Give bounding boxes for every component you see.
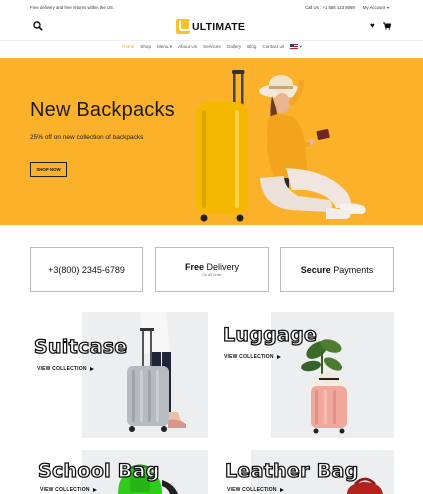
nav-item-gallery[interactable]: Gallery	[227, 44, 242, 50]
language-selector[interactable]: ▾	[290, 44, 302, 50]
play-arrow-icon	[89, 366, 94, 371]
view-collection-luggage[interactable]: VIEW COLLECTION	[224, 354, 281, 360]
secure-payments-heading: Secure Payments	[301, 265, 374, 275]
view-collection-label: VIEW COLLECTION	[40, 487, 90, 493]
play-arrow-icon	[279, 487, 284, 492]
hero-title: New Backpacks	[30, 99, 175, 121]
chevron-down-icon: ▾	[299, 44, 302, 49]
free-delivery-note-small: On All Order	[202, 273, 222, 277]
phone-number: +3(800) 2345-6789	[48, 264, 125, 275]
nav-item-services[interactable]: Services	[203, 44, 221, 50]
my-account-dropdown[interactable]: My Account ▾	[363, 5, 389, 10]
nav-item-about-us[interactable]: About Us	[178, 44, 197, 50]
us-flag-icon	[290, 44, 299, 49]
chevron-down-icon: ▾	[169, 44, 173, 49]
category-title-leather-bag: Leather Bag	[224, 459, 359, 482]
nav-item-home[interactable]: Home	[122, 44, 134, 50]
call-us-link[interactable]: Call Us : +1 555 123 8069	[305, 5, 355, 10]
secure-payments-bold: Secure	[300, 264, 331, 275]
view-collection-suitcase[interactable]: VIEW COLLECTION	[37, 366, 94, 372]
shop-now-button[interactable]: SHOP NOW	[30, 162, 67, 177]
suitcase-image	[82, 312, 208, 438]
category-title-luggage: Luggage	[222, 323, 318, 346]
my-account-label: My Account	[362, 5, 385, 10]
top-bar-right: Call Us : +1 555 123 8069 My Account ▾	[305, 5, 389, 10]
free-delivery-box: Free Delivery On All Order	[155, 247, 269, 292]
search-icon[interactable]	[33, 21, 43, 31]
site-logo[interactable]: ULTIMATE	[176, 19, 245, 34]
category-tile-luggage[interactable]: Luggage VIEW COLLECTION	[221, 312, 394, 438]
chevron-down-icon: ▾	[386, 5, 389, 10]
play-arrow-icon	[276, 354, 281, 359]
main-nav: Home Shop Menu ▾ About Us Services Galle…	[0, 40, 423, 54]
view-collection-label: VIEW COLLECTION	[37, 366, 87, 372]
top-bar: Free delivery and free returns within th…	[0, 0, 423, 16]
nav-item-menu-label: Menu	[157, 44, 169, 49]
category-tile-school-bag[interactable]: School Bag VIEW COLLECTION	[30, 450, 208, 494]
hero-subtitle: 25% off on new collection of backpacks	[30, 134, 144, 141]
cart-icon[interactable]	[383, 22, 391, 30]
secure-payments-box: Secure Payments	[280, 247, 394, 292]
view-collection-label: VIEW COLLECTION	[227, 487, 277, 493]
free-delivery-rest: Delivery	[204, 262, 240, 272]
free-delivery-note: Free delivery and free returns within th…	[30, 5, 115, 10]
category-title-school-bag: School Bag	[37, 459, 160, 482]
view-collection-leather-bag[interactable]: VIEW COLLECTION	[227, 487, 284, 493]
hero-model-with-suitcase-image	[196, 70, 366, 222]
suitcase-photo	[82, 312, 208, 438]
category-tile-suitcase[interactable]: Suitcase VIEW COLLECTION	[30, 312, 208, 438]
nav-item-blog[interactable]: Blog	[247, 44, 256, 50]
view-collection-label: VIEW COLLECTION	[224, 354, 274, 360]
logo-text: ULTIMATE	[192, 20, 246, 33]
site-header: ULTIMATE ♥	[0, 16, 423, 38]
view-collection-school-bag[interactable]: VIEW COLLECTION	[40, 487, 97, 493]
phone-info-box[interactable]: +3(800) 2345-6789	[30, 247, 143, 292]
nav-item-contact-us[interactable]: Contact us	[262, 44, 284, 50]
play-arrow-icon	[92, 487, 97, 492]
free-delivery-heading: Free Delivery	[185, 262, 239, 272]
wishlist-heart-icon[interactable]: ♥	[370, 22, 375, 30]
secure-payments-rest: Payments	[330, 264, 374, 275]
logo-mark-icon	[176, 19, 191, 34]
category-tile-leather-bag[interactable]: Leather Bag VIEW COLLECTION	[221, 450, 394, 494]
hero-banner: New Backpacks 25% off on new collection …	[0, 58, 423, 225]
free-delivery-bold: Free	[184, 262, 204, 272]
category-title-suitcase: Suitcase	[33, 335, 128, 358]
nav-item-menu[interactable]: Menu ▾	[157, 44, 172, 50]
nav-item-shop[interactable]: Shop	[140, 44, 151, 50]
